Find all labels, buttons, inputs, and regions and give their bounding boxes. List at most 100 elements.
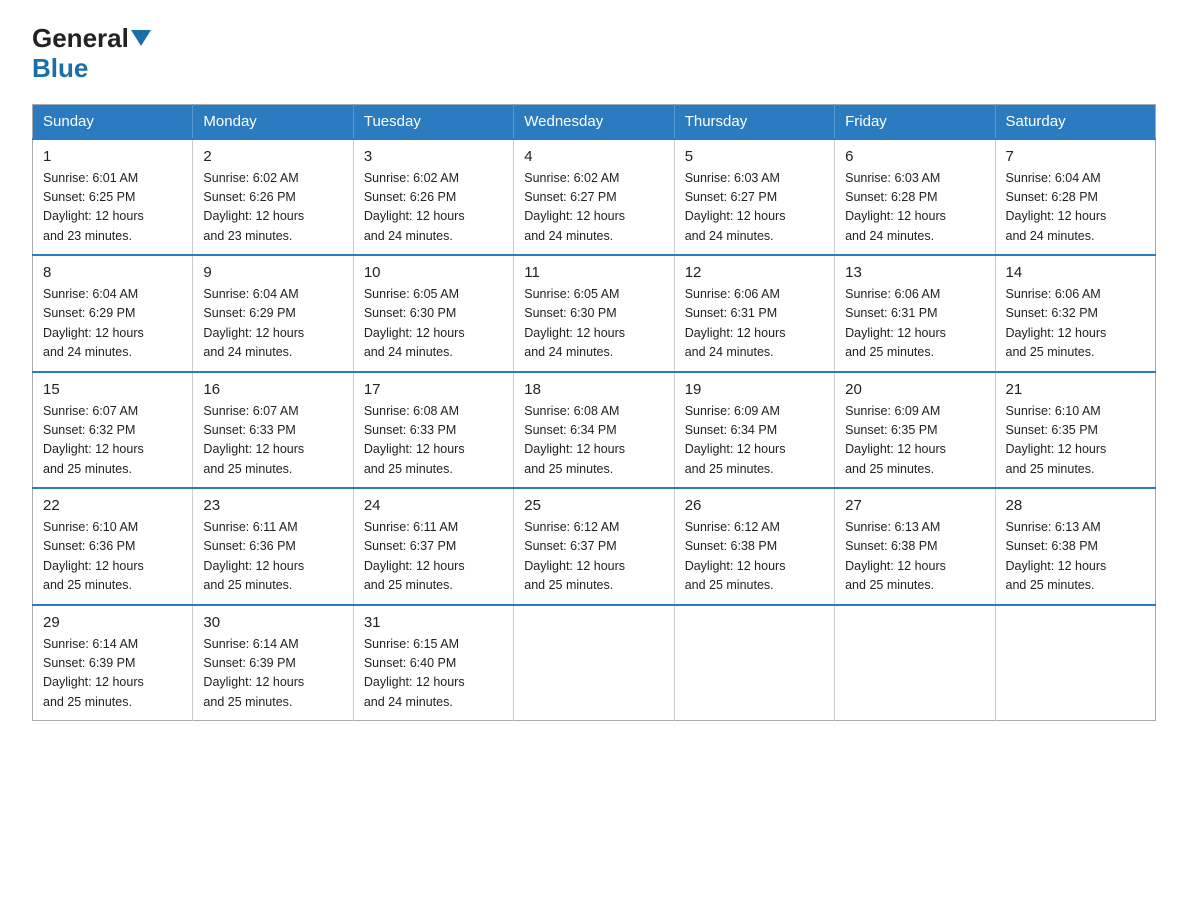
day-info: Sunrise: 6:08 AMSunset: 6:33 PMDaylight:…: [364, 404, 465, 476]
weekday-header-tuesday: Tuesday: [353, 104, 513, 139]
calendar-table: SundayMondayTuesdayWednesdayThursdayFrid…: [32, 104, 1156, 722]
day-info: Sunrise: 6:12 AMSunset: 6:38 PMDaylight:…: [685, 520, 786, 592]
logo-top: General: [32, 24, 151, 53]
day-info: Sunrise: 6:02 AMSunset: 6:26 PMDaylight:…: [203, 171, 304, 243]
page-header: General Blue: [32, 24, 1156, 84]
calendar-cell: 28 Sunrise: 6:13 AMSunset: 6:38 PMDaylig…: [995, 488, 1155, 605]
day-info: Sunrise: 6:09 AMSunset: 6:35 PMDaylight:…: [845, 404, 946, 476]
day-info: Sunrise: 6:15 AMSunset: 6:40 PMDaylight:…: [364, 637, 465, 709]
calendar-cell: 2 Sunrise: 6:02 AMSunset: 6:26 PMDayligh…: [193, 139, 353, 256]
week-row-3: 15 Sunrise: 6:07 AMSunset: 6:32 PMDaylig…: [33, 372, 1156, 489]
day-info: Sunrise: 6:07 AMSunset: 6:33 PMDaylight:…: [203, 404, 304, 476]
day-info: Sunrise: 6:01 AMSunset: 6:25 PMDaylight:…: [43, 171, 144, 243]
week-row-5: 29 Sunrise: 6:14 AMSunset: 6:39 PMDaylig…: [33, 605, 1156, 721]
day-number: 20: [845, 381, 984, 398]
day-number: 24: [364, 497, 503, 514]
day-number: 25: [524, 497, 663, 514]
day-info: Sunrise: 6:10 AMSunset: 6:35 PMDaylight:…: [1006, 404, 1107, 476]
day-info: Sunrise: 6:11 AMSunset: 6:37 PMDaylight:…: [364, 520, 465, 592]
calendar-cell: [995, 605, 1155, 721]
day-number: 27: [845, 497, 984, 514]
day-number: 16: [203, 381, 342, 398]
day-info: Sunrise: 6:13 AMSunset: 6:38 PMDaylight:…: [845, 520, 946, 592]
day-number: 28: [1006, 497, 1145, 514]
day-info: Sunrise: 6:02 AMSunset: 6:27 PMDaylight:…: [524, 171, 625, 243]
weekday-header-row: SundayMondayTuesdayWednesdayThursdayFrid…: [33, 104, 1156, 139]
day-number: 9: [203, 264, 342, 281]
day-info: Sunrise: 6:06 AMSunset: 6:31 PMDaylight:…: [845, 287, 946, 359]
calendar-cell: 18 Sunrise: 6:08 AMSunset: 6:34 PMDaylig…: [514, 372, 674, 489]
calendar-cell: 5 Sunrise: 6:03 AMSunset: 6:27 PMDayligh…: [674, 139, 834, 256]
day-number: 31: [364, 614, 503, 631]
calendar-cell: 25 Sunrise: 6:12 AMSunset: 6:37 PMDaylig…: [514, 488, 674, 605]
calendar-cell: 9 Sunrise: 6:04 AMSunset: 6:29 PMDayligh…: [193, 255, 353, 372]
day-info: Sunrise: 6:04 AMSunset: 6:29 PMDaylight:…: [43, 287, 144, 359]
day-info: Sunrise: 6:13 AMSunset: 6:38 PMDaylight:…: [1006, 520, 1107, 592]
day-info: Sunrise: 6:07 AMSunset: 6:32 PMDaylight:…: [43, 404, 144, 476]
day-number: 19: [685, 381, 824, 398]
day-info: Sunrise: 6:02 AMSunset: 6:26 PMDaylight:…: [364, 171, 465, 243]
calendar-cell: 10 Sunrise: 6:05 AMSunset: 6:30 PMDaylig…: [353, 255, 513, 372]
day-info: Sunrise: 6:12 AMSunset: 6:37 PMDaylight:…: [524, 520, 625, 592]
calendar-cell: 6 Sunrise: 6:03 AMSunset: 6:28 PMDayligh…: [835, 139, 995, 256]
calendar-cell: 12 Sunrise: 6:06 AMSunset: 6:31 PMDaylig…: [674, 255, 834, 372]
calendar-cell: 7 Sunrise: 6:04 AMSunset: 6:28 PMDayligh…: [995, 139, 1155, 256]
day-number: 17: [364, 381, 503, 398]
day-info: Sunrise: 6:14 AMSunset: 6:39 PMDaylight:…: [203, 637, 304, 709]
day-number: 12: [685, 264, 824, 281]
calendar-cell: 1 Sunrise: 6:01 AMSunset: 6:25 PMDayligh…: [33, 139, 193, 256]
day-info: Sunrise: 6:11 AMSunset: 6:36 PMDaylight:…: [203, 520, 304, 592]
day-number: 13: [845, 264, 984, 281]
day-number: 18: [524, 381, 663, 398]
day-number: 15: [43, 381, 182, 398]
day-number: 1: [43, 148, 182, 165]
day-info: Sunrise: 6:05 AMSunset: 6:30 PMDaylight:…: [364, 287, 465, 359]
day-number: 30: [203, 614, 342, 631]
day-number: 3: [364, 148, 503, 165]
weekday-header-wednesday: Wednesday: [514, 104, 674, 139]
weekday-header-thursday: Thursday: [674, 104, 834, 139]
day-number: 10: [364, 264, 503, 281]
day-number: 5: [685, 148, 824, 165]
day-number: 26: [685, 497, 824, 514]
calendar-cell: 20 Sunrise: 6:09 AMSunset: 6:35 PMDaylig…: [835, 372, 995, 489]
calendar-cell: [674, 605, 834, 721]
day-info: Sunrise: 6:04 AMSunset: 6:29 PMDaylight:…: [203, 287, 304, 359]
calendar-cell: 26 Sunrise: 6:12 AMSunset: 6:38 PMDaylig…: [674, 488, 834, 605]
day-info: Sunrise: 6:14 AMSunset: 6:39 PMDaylight:…: [43, 637, 144, 709]
week-row-2: 8 Sunrise: 6:04 AMSunset: 6:29 PMDayligh…: [33, 255, 1156, 372]
day-number: 23: [203, 497, 342, 514]
week-row-1: 1 Sunrise: 6:01 AMSunset: 6:25 PMDayligh…: [33, 139, 1156, 256]
day-number: 22: [43, 497, 182, 514]
calendar-cell: 29 Sunrise: 6:14 AMSunset: 6:39 PMDaylig…: [33, 605, 193, 721]
day-number: 21: [1006, 381, 1145, 398]
calendar-cell: 3 Sunrise: 6:02 AMSunset: 6:26 PMDayligh…: [353, 139, 513, 256]
calendar-cell: 14 Sunrise: 6:06 AMSunset: 6:32 PMDaylig…: [995, 255, 1155, 372]
day-info: Sunrise: 6:08 AMSunset: 6:34 PMDaylight:…: [524, 404, 625, 476]
day-number: 2: [203, 148, 342, 165]
day-number: 4: [524, 148, 663, 165]
calendar-cell: 31 Sunrise: 6:15 AMSunset: 6:40 PMDaylig…: [353, 605, 513, 721]
day-info: Sunrise: 6:06 AMSunset: 6:32 PMDaylight:…: [1006, 287, 1107, 359]
day-number: 14: [1006, 264, 1145, 281]
calendar-cell: 11 Sunrise: 6:05 AMSunset: 6:30 PMDaylig…: [514, 255, 674, 372]
calendar-cell: 27 Sunrise: 6:13 AMSunset: 6:38 PMDaylig…: [835, 488, 995, 605]
calendar-cell: [514, 605, 674, 721]
weekday-header-monday: Monday: [193, 104, 353, 139]
calendar-cell: 4 Sunrise: 6:02 AMSunset: 6:27 PMDayligh…: [514, 139, 674, 256]
calendar-cell: 24 Sunrise: 6:11 AMSunset: 6:37 PMDaylig…: [353, 488, 513, 605]
calendar-cell: 15 Sunrise: 6:07 AMSunset: 6:32 PMDaylig…: [33, 372, 193, 489]
day-info: Sunrise: 6:03 AMSunset: 6:28 PMDaylight:…: [845, 171, 946, 243]
week-row-4: 22 Sunrise: 6:10 AMSunset: 6:36 PMDaylig…: [33, 488, 1156, 605]
calendar-cell: 13 Sunrise: 6:06 AMSunset: 6:31 PMDaylig…: [835, 255, 995, 372]
calendar-cell: 30 Sunrise: 6:14 AMSunset: 6:39 PMDaylig…: [193, 605, 353, 721]
day-number: 11: [524, 264, 663, 281]
logo-general-text: General: [32, 23, 129, 53]
day-info: Sunrise: 6:06 AMSunset: 6:31 PMDaylight:…: [685, 287, 786, 359]
calendar-cell: 8 Sunrise: 6:04 AMSunset: 6:29 PMDayligh…: [33, 255, 193, 372]
day-info: Sunrise: 6:05 AMSunset: 6:30 PMDaylight:…: [524, 287, 625, 359]
calendar-cell: 16 Sunrise: 6:07 AMSunset: 6:33 PMDaylig…: [193, 372, 353, 489]
day-info: Sunrise: 6:10 AMSunset: 6:36 PMDaylight:…: [43, 520, 144, 592]
day-info: Sunrise: 6:04 AMSunset: 6:28 PMDaylight:…: [1006, 171, 1107, 243]
logo: General Blue: [32, 24, 151, 84]
